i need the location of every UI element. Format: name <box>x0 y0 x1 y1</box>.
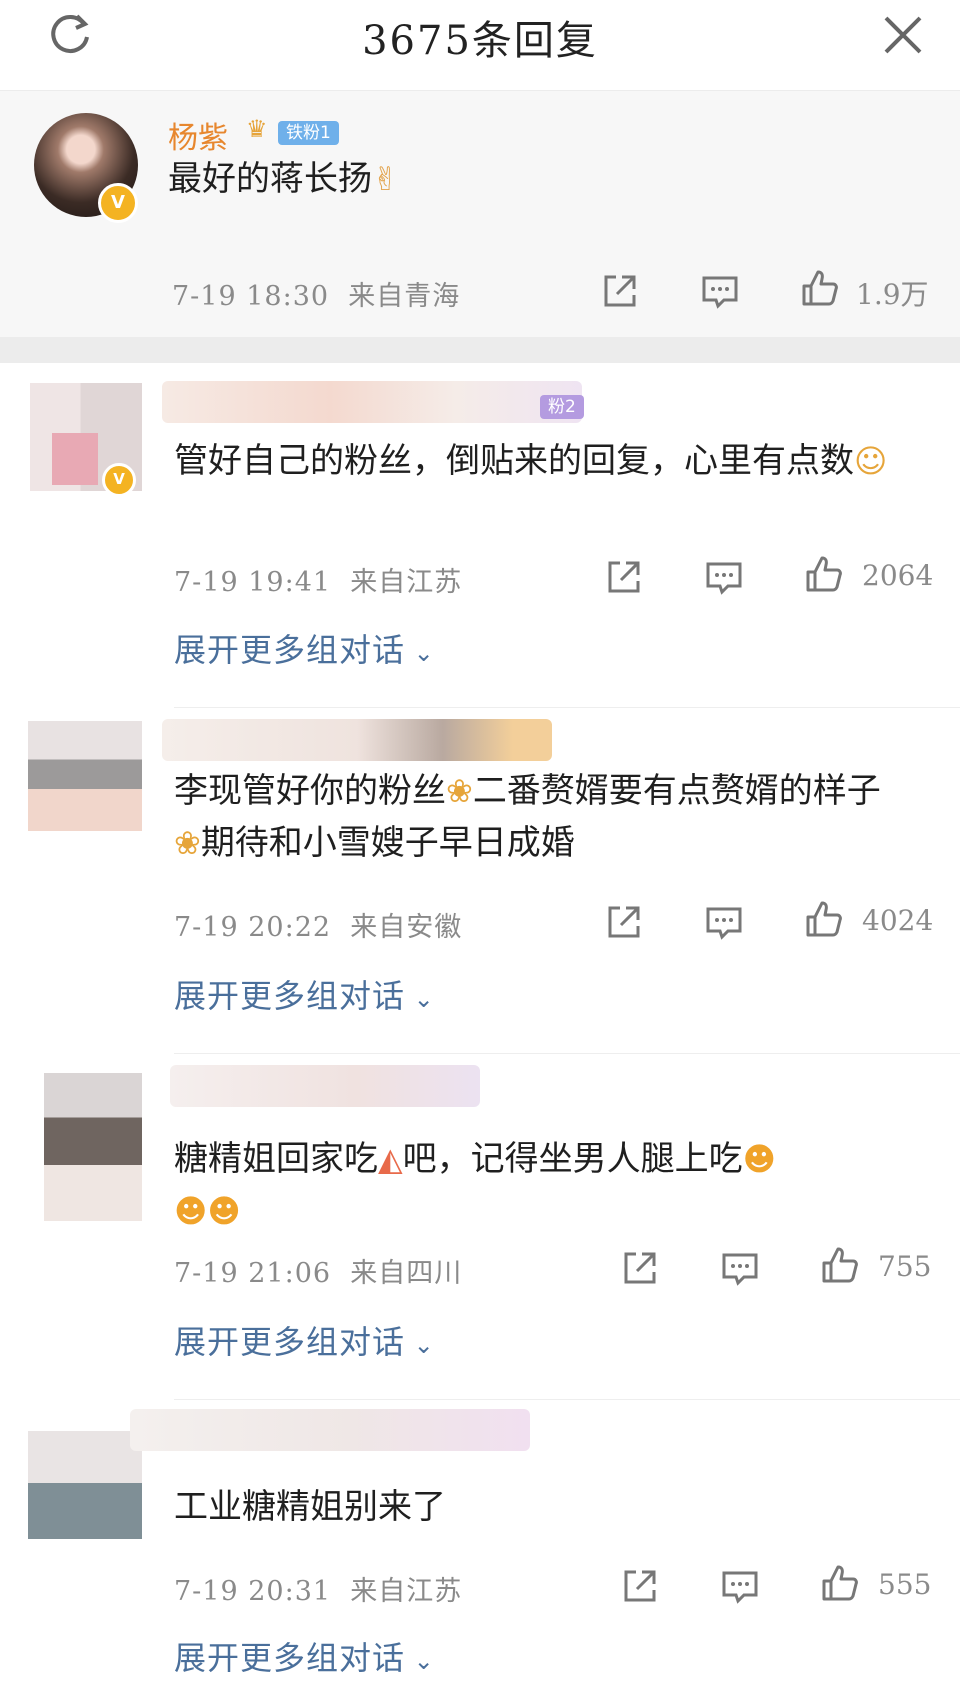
divider <box>174 1399 960 1400</box>
comment-item: 糖精姐回家吃◭吧，记得坐男人腿上吃☻ ☻☻ 7-19 21:06 来自四川 755… <box>0 1055 960 1401</box>
comment-text: 最好的蒋长扬✌ <box>168 153 898 205</box>
avatar[interactable] <box>28 721 142 831</box>
kiss-emoji-icon: ☻☻ <box>174 1192 241 1230</box>
share-icon[interactable] <box>600 271 640 311</box>
like-icon[interactable] <box>800 268 840 308</box>
like-icon[interactable] <box>820 1563 860 1603</box>
verified-badge-icon: V <box>98 183 138 223</box>
like-count: 755 <box>878 1250 932 1283</box>
expand-conversation-link[interactable]: 展开更多组对话 ⌄ <box>174 625 435 671</box>
share-icon[interactable] <box>604 902 644 942</box>
chevron-down-icon: ⌄ <box>405 985 435 1013</box>
flower-face-emoji-icon: ❀ <box>446 772 473 810</box>
divider <box>174 1053 960 1054</box>
username-blurred[interactable] <box>130 1409 530 1451</box>
expand-conversation-link[interactable]: 展开更多组对话 ⌄ <box>174 1633 435 1679</box>
expand-conversation-link[interactable]: 展开更多组对话 ⌄ <box>174 1317 435 1363</box>
comment-meta: 7-19 21:06 来自四川 <box>174 1258 463 1289</box>
verified-badge-icon: V <box>102 463 136 497</box>
fan-badge: 粉2 <box>540 395 584 419</box>
comment-icon[interactable] <box>704 903 744 943</box>
comment-meta: 7-19 18:30 来自青海 <box>172 281 461 312</box>
victory-emoji-icon: ✌ <box>372 160 399 198</box>
chevron-down-icon: ⌄ <box>405 639 435 667</box>
comment-item: 李现管好你的粉丝❀二番赘婿要有点赘婿的样子❀期待和小雪嫂子早日成婚 7-19 2… <box>0 709 960 1055</box>
comment-meta: 7-19 20:22 来自安徽 <box>174 912 463 943</box>
comment-text: 糖精姐回家吃◭吧，记得坐男人腿上吃☻ ☻☻ <box>174 1133 904 1237</box>
username-blurred[interactable] <box>170 1065 480 1107</box>
comment-icon[interactable] <box>700 272 740 312</box>
chevron-down-icon: ⌄ <box>405 1331 435 1359</box>
username-blurred[interactable] <box>162 719 552 761</box>
avatar[interactable] <box>44 1073 142 1221</box>
comment-item: V 粉2 管好自己的粉丝，倒贴来的回复，心里有点数☺ 7-19 19:41 来自… <box>0 363 960 709</box>
comment-text: 管好自己的粉丝，倒贴来的回复，心里有点数☺ <box>174 435 904 487</box>
section-separator <box>0 337 960 363</box>
kiss-emoji-icon: ☻ <box>742 1140 776 1178</box>
like-icon[interactable] <box>804 899 844 939</box>
username-blurred[interactable] <box>162 381 582 423</box>
comment-meta: 7-19 19:41 来自江苏 <box>174 567 463 598</box>
username[interactable]: 杨紫 <box>168 113 228 157</box>
like-count: 1.9万 <box>856 278 929 311</box>
cake-emoji-icon: ◭ <box>378 1140 403 1178</box>
like-count: 555 <box>878 1568 932 1601</box>
like-count: 4024 <box>862 904 934 937</box>
chevron-down-icon: ⌄ <box>405 1647 435 1675</box>
flower-face-emoji-icon: ❀ <box>174 824 201 862</box>
share-icon[interactable] <box>620 1248 660 1288</box>
share-icon[interactable] <box>620 1566 660 1606</box>
comment-item: 工业糖精姐别来了 7-19 20:31 来自江苏 555 展开更多组对话 ⌄ <box>0 1401 960 1703</box>
crown-icon: ♛ <box>246 115 268 143</box>
like-count: 2064 <box>862 559 934 592</box>
divider <box>174 707 960 708</box>
header-bar: 3675条回复 <box>0 0 960 91</box>
like-icon[interactable] <box>804 554 844 594</box>
comment-icon[interactable] <box>704 558 744 598</box>
comment-meta: 7-19 20:31 来自江苏 <box>174 1576 463 1607</box>
avatar[interactable] <box>28 1431 142 1539</box>
page-title: 3675条回复 <box>362 18 598 64</box>
share-icon[interactable] <box>604 557 644 597</box>
comment-icon[interactable] <box>720 1567 760 1607</box>
close-icon[interactable] <box>880 12 926 58</box>
like-icon[interactable] <box>820 1245 860 1285</box>
comment-icon[interactable] <box>720 1249 760 1289</box>
fan-badge: 铁粉1 <box>278 121 339 145</box>
comment-text: 李现管好你的粉丝❀二番赘婿要有点赘婿的样子❀期待和小雪嫂子早日成婚 <box>174 765 904 869</box>
avatar-blur-block <box>52 433 98 485</box>
smile-emoji-icon: ☺ <box>854 442 888 480</box>
expand-conversation-link[interactable]: 展开更多组对话 ⌄ <box>174 971 435 1017</box>
comment-text: 工业糖精姐别来了 <box>174 1487 446 1527</box>
comment-item: V 杨紫 ♛ 铁粉1 最好的蒋长扬✌ 7-19 18:30 来自青海 1.9万 <box>0 91 960 337</box>
